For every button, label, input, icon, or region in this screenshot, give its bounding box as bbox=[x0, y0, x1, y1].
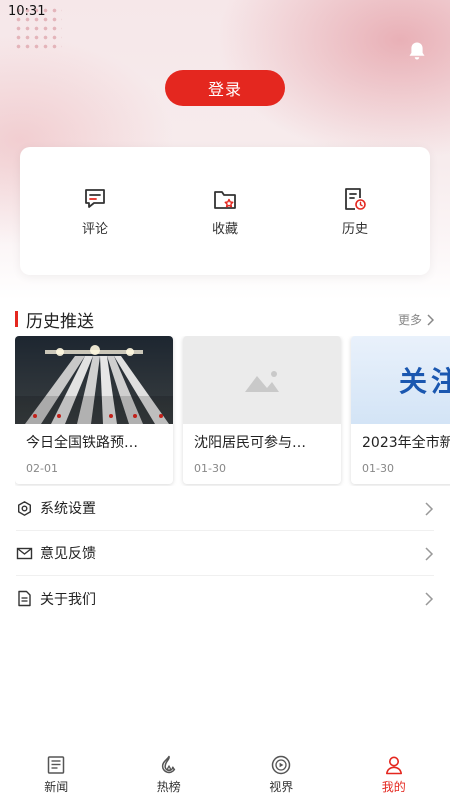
chevron-right-icon bbox=[425, 502, 434, 516]
document-icon bbox=[16, 590, 34, 608]
banner-image: 关注 bbox=[351, 336, 450, 424]
menu-item-label: 系统设置 bbox=[40, 501, 96, 517]
history-push-header: 历史推送 更多 bbox=[0, 305, 450, 333]
comment-icon bbox=[85, 188, 105, 208]
quick-action-history[interactable]: 历史 bbox=[310, 186, 400, 237]
favorite-folder-icon bbox=[214, 190, 236, 209]
more-label: 更多 bbox=[397, 313, 422, 327]
bell-icon[interactable] bbox=[406, 40, 428, 62]
settings-menu: 系统设置 意见反馈 关于我们 bbox=[0, 486, 450, 621]
news-card-title: 沈阳居民可参与… bbox=[194, 435, 306, 451]
news-card[interactable]: 今日全国铁路预… 02-01 bbox=[15, 336, 173, 484]
section-title: 历史推送 bbox=[26, 312, 94, 332]
section-accent-bar bbox=[15, 311, 18, 327]
chevron-right-icon bbox=[425, 547, 434, 561]
video-icon bbox=[272, 755, 291, 775]
news-card[interactable]: 关注 2023年全市新 01-30 bbox=[351, 336, 450, 484]
nav-tab-vision[interactable]: 视界 bbox=[241, 748, 321, 800]
nav-tab-hot[interactable]: 热榜 bbox=[129, 748, 209, 800]
news-icon bbox=[48, 756, 65, 774]
nav-label: 热榜 bbox=[156, 780, 181, 794]
menu-item-about[interactable]: 关于我们 bbox=[16, 576, 434, 621]
news-card-date: 01-30 bbox=[362, 462, 394, 475]
mail-icon bbox=[16, 544, 34, 562]
menu-item-label: 意见反馈 bbox=[40, 546, 96, 562]
quick-action-label: 收藏 bbox=[211, 221, 238, 237]
more-link[interactable]: 更多 bbox=[398, 311, 434, 328]
menu-item-feedback[interactable]: 意见反馈 bbox=[16, 531, 434, 576]
chevron-right-icon bbox=[425, 592, 434, 606]
quick-action-label: 历史 bbox=[341, 221, 368, 237]
news-card-title: 今日全国铁路预… bbox=[26, 435, 138, 451]
user-icon bbox=[385, 756, 402, 775]
quick-actions-card: 评论 收藏 历史 bbox=[20, 147, 430, 275]
settings-icon bbox=[16, 499, 34, 517]
placeholder-image-icon bbox=[183, 336, 341, 424]
news-card-date: 01-30 bbox=[194, 462, 226, 475]
quick-action-label: 评论 bbox=[81, 221, 108, 237]
news-card-date: 02-01 bbox=[26, 462, 58, 475]
bottom-navigation: 新闻 热榜 视界 我的 bbox=[0, 748, 450, 800]
nav-tab-news[interactable]: 新闻 bbox=[16, 748, 96, 800]
flame-icon bbox=[161, 755, 175, 774]
status-time: 10:31 bbox=[8, 4, 46, 19]
banner-text: 关注 bbox=[399, 365, 450, 398]
login-button[interactable]: 登录 bbox=[165, 70, 285, 106]
quick-action-comments[interactable]: 评论 bbox=[50, 186, 140, 237]
nav-label: 我的 bbox=[381, 780, 406, 794]
menu-item-label: 关于我们 bbox=[40, 591, 96, 608]
railway-photo bbox=[15, 336, 173, 424]
nav-label: 视界 bbox=[269, 780, 294, 794]
news-card-title: 2023年全市新 bbox=[362, 435, 450, 451]
menu-item-settings[interactable]: 系统设置 bbox=[16, 486, 434, 531]
history-cards-scroller[interactable]: 今日全国铁路预… 02-01 沈阳居民可参与… 01-30 关注 2023年全市… bbox=[15, 336, 450, 486]
history-icon bbox=[345, 187, 366, 210]
chevron-right-icon bbox=[427, 313, 434, 326]
nav-tab-mine[interactable]: 我的 bbox=[354, 748, 434, 800]
quick-action-favorites[interactable]: 收藏 bbox=[180, 186, 270, 237]
nav-label: 新闻 bbox=[44, 780, 69, 794]
news-card[interactable]: 沈阳居民可参与… 01-30 bbox=[183, 336, 341, 484]
